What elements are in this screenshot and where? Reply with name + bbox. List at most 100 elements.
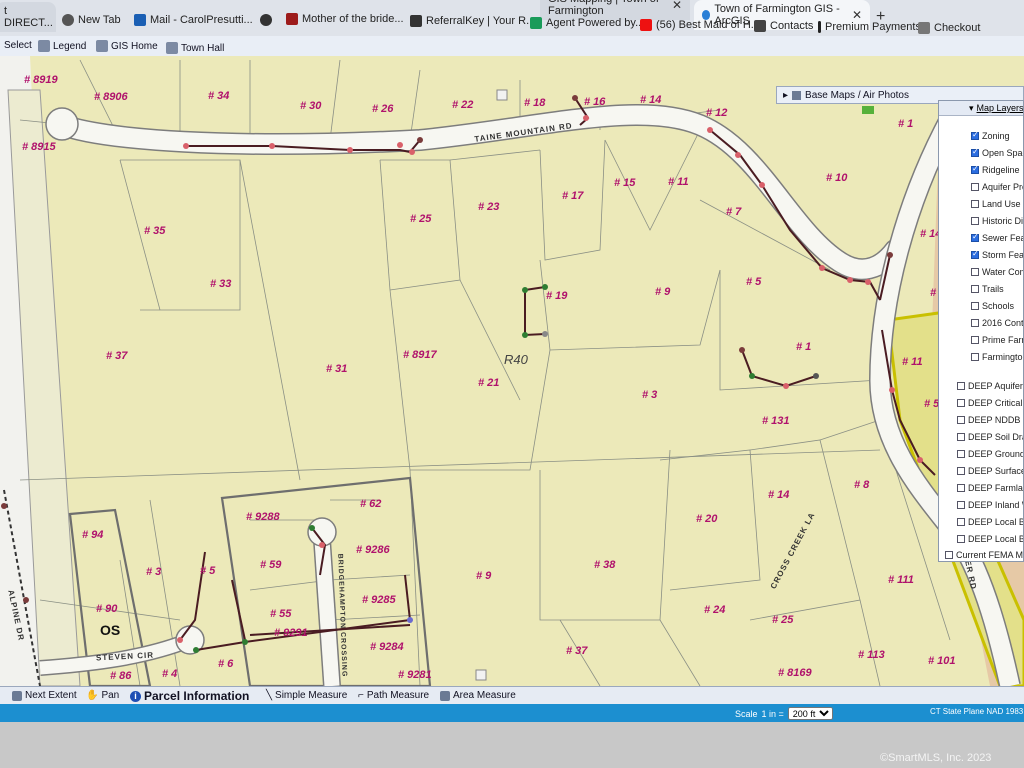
parcel-label[interactable]: # 33 [210, 278, 231, 290]
path-measure-button[interactable]: ⌐ Path Measure [358, 690, 429, 701]
parcel-label[interactable]: # 94 [82, 529, 103, 541]
layer-checkbox[interactable] [971, 200, 979, 208]
parcel-label[interactable]: # 23 [478, 201, 499, 213]
parcel-label[interactable]: # 101 [928, 655, 956, 667]
layer-item[interactable]: Water Company [971, 267, 1023, 277]
layer-item[interactable]: DEEP Groundw [957, 449, 1023, 459]
parcel-label[interactable]: # 62 [360, 498, 381, 510]
layer-checkbox[interactable] [957, 518, 965, 526]
layer-item[interactable]: Zoning [971, 130, 1010, 141]
town-hall-button[interactable]: Town Hall [166, 42, 224, 54]
parcel-label[interactable]: # 8169 [778, 667, 812, 679]
layer-checkbox[interactable] [957, 399, 965, 407]
layer-checkbox[interactable] [957, 450, 965, 458]
parcel-label[interactable]: # 8919 [24, 74, 58, 86]
layer-checkbox[interactable] [971, 249, 979, 259]
bookmark-youtube[interactable]: (56) Best Maid of H... [640, 19, 760, 31]
layer-item[interactable]: DEEP Inland We [957, 500, 1023, 510]
parcel-label[interactable]: # 90 [96, 603, 117, 615]
parcel-label[interactable]: # 15 [614, 177, 635, 189]
layer-item[interactable]: DEEP NDDB [957, 415, 1020, 425]
layer-item[interactable]: DEEP Critical [957, 398, 1022, 408]
parcel-label[interactable]: # 8906 [94, 91, 128, 103]
layer-item[interactable]: DEEP Local Bas [957, 517, 1023, 527]
parcel-information-button[interactable]: i Parcel Information [130, 689, 249, 703]
parcel-label[interactable]: # 3 [642, 389, 657, 401]
layer-item[interactable]: Schools [971, 301, 1014, 311]
layer-checkbox[interactable] [957, 467, 965, 475]
gis-home-button[interactable]: GIS Home [96, 40, 158, 52]
parcel-label[interactable]: # 8 [854, 479, 869, 491]
parcel-label[interactable]: # 34 [208, 90, 229, 102]
parcel-label[interactable]: # 14 [640, 94, 661, 106]
layer-item[interactable]: Storm Features [971, 249, 1023, 260]
parcel-label[interactable]: # 30 [300, 100, 321, 112]
layer-item[interactable]: 2016 Contours [971, 318, 1023, 328]
parcel-label[interactable]: # 7 [726, 206, 741, 218]
parcel-label[interactable]: # 9286 [356, 544, 390, 556]
layer-checkbox[interactable] [957, 535, 965, 543]
parcel-label[interactable]: # 1 [898, 118, 913, 130]
parcel-label[interactable]: # 8917 [403, 349, 437, 361]
layer-item[interactable]: Sewer Features [971, 232, 1023, 243]
layer-checkbox[interactable] [957, 433, 965, 441]
parcel-label[interactable]: # 10 [826, 172, 847, 184]
layer-item[interactable]: DEEP Local Bas [957, 534, 1023, 544]
parcel-label[interactable]: # 86 [110, 670, 131, 682]
bookmark-circle[interactable] [260, 14, 276, 26]
layer-item[interactable]: Current FEMA Ma [945, 550, 1023, 560]
layer-checkbox[interactable] [971, 183, 979, 191]
layer-checkbox[interactable] [957, 416, 965, 424]
parcel-label[interactable]: # 9284 [370, 641, 404, 653]
area-measure-button[interactable]: Area Measure [440, 690, 516, 701]
layer-checkbox[interactable] [957, 382, 965, 390]
parcel-label[interactable]: # 59 [260, 559, 281, 571]
parcel-label[interactable]: # 26 [372, 103, 393, 115]
bookmark-checkout[interactable]: Checkout [918, 22, 980, 34]
map-layers-header[interactable]: ▾ Map Layers [939, 101, 1023, 116]
legend-button[interactable]: Legend [38, 40, 86, 52]
layer-item[interactable]: DEEP Farmland [957, 483, 1023, 493]
parcel-label[interactable]: # 35 [144, 225, 165, 237]
bookmark-new-tab[interactable]: New Tab [62, 14, 121, 26]
layer-checkbox[interactable] [971, 336, 979, 344]
parcel-label[interactable]: # 9 [476, 570, 491, 582]
layer-item[interactable]: Open Space [971, 147, 1023, 158]
parcel-label[interactable]: # 37 [566, 645, 587, 657]
parcel-label[interactable]: # 37 [106, 350, 127, 362]
parcel-label[interactable]: # 9285 [362, 594, 396, 606]
layer-checkbox[interactable] [971, 147, 979, 157]
parcel-label[interactable]: # 19 [546, 290, 567, 302]
parcel-label[interactable]: # 4 [162, 668, 177, 680]
map-canvas[interactable]: TAINE MOUNTAIN RD STEVEN CIR ALPINE DR B… [0, 56, 1024, 686]
layer-checkbox[interactable] [971, 232, 979, 242]
parcel-label[interactable]: # 5 [746, 276, 761, 288]
layer-item[interactable]: Historic Districts [971, 216, 1023, 226]
layer-item[interactable]: Farmington W [971, 352, 1023, 362]
bookmark-mail[interactable]: Mail - CarolPresutti... [134, 14, 253, 26]
parcel-label[interactable]: # 21 [478, 377, 499, 389]
parcel-label[interactable]: # 1 [796, 341, 811, 353]
layer-checkbox[interactable] [971, 319, 979, 327]
pan-button[interactable]: ✋ Pan [86, 690, 119, 701]
layer-item[interactable]: DEEP Soil Drain [957, 432, 1023, 442]
layer-checkbox[interactable] [971, 164, 979, 174]
layer-checkbox[interactable] [971, 217, 979, 225]
select-button[interactable]: Select [4, 40, 32, 51]
parcel-label[interactable]: # 20 [696, 513, 717, 525]
parcel-label[interactable]: # 24 [704, 604, 725, 616]
parcel-label[interactable]: # 9 [655, 286, 670, 298]
parcel-label[interactable]: # 55 [270, 608, 291, 620]
scale-select[interactable]: 200 ft [787, 707, 833, 720]
layer-item[interactable]: DEEP Surface W [957, 466, 1023, 476]
bookmark-contacts[interactable]: Contacts [754, 20, 813, 32]
bookmark-mother-bride[interactable]: Mother of the bride... [286, 13, 404, 25]
parcel-label[interactable]: # 6 [218, 658, 233, 670]
parcel-label[interactable]: # 5 [200, 565, 215, 577]
parcel-label[interactable]: # 14 [768, 489, 789, 501]
parcel-label[interactable]: # 131 [762, 415, 790, 427]
layer-checkbox[interactable] [971, 302, 979, 310]
bookmark-agent[interactable]: Agent Powered by... [530, 17, 644, 29]
parcel-label[interactable]: # 16 [584, 96, 605, 108]
parcel-label[interactable]: # 17 [562, 190, 583, 202]
